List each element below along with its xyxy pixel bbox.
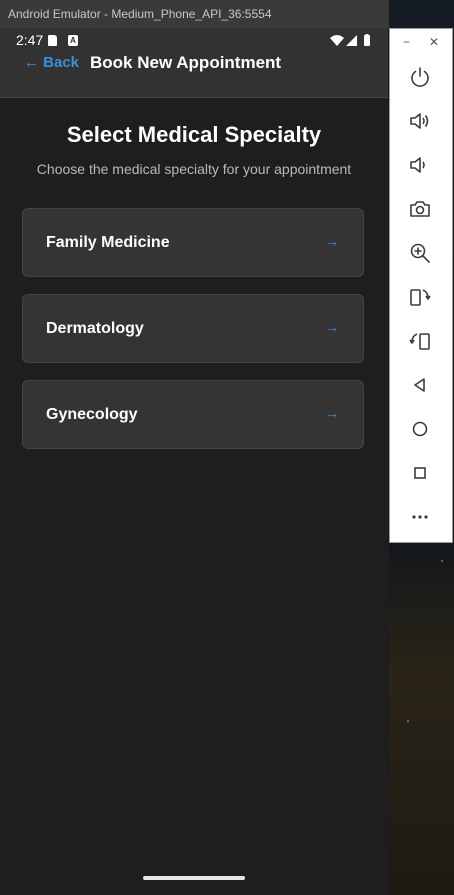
arrow-right-icon: → — [325, 319, 339, 335]
specialty-card-gynecology[interactable]: Gynecology → — [22, 380, 364, 449]
desktop-star — [441, 560, 443, 562]
gesture-nav-handle[interactable] — [143, 876, 245, 880]
specialty-card-family-medicine[interactable]: Family Medicine → — [22, 208, 364, 277]
more-icon[interactable] — [408, 505, 432, 529]
desktop-star — [407, 720, 409, 722]
volume-down-icon[interactable] — [408, 153, 432, 177]
status-time: 2:47 — [16, 32, 44, 48]
volume-up-icon[interactable] — [408, 109, 432, 133]
arrow-right-icon: → — [325, 233, 339, 249]
arrow-right-icon: → — [325, 405, 339, 421]
a-icon: A — [68, 35, 78, 46]
signal-icon — [346, 35, 357, 46]
rotate-left-icon[interactable] — [408, 285, 432, 309]
power-icon[interactable] — [408, 65, 432, 89]
status-bar: 2:47 A — [16, 31, 372, 51]
specialty-label: Gynecology — [46, 406, 138, 423]
page-title: Select Medical Specialty — [66, 122, 322, 147]
app-header: 2:47 A ← Back Book New Appointment — [0, 28, 388, 98]
page-subtitle: Choose the medical specialty for your ap… — [36, 161, 352, 177]
screen: Android Emulator - Medium_Phone_API_36:5… — [0, 0, 454, 895]
close-button[interactable]: ✕ — [429, 35, 439, 49]
overview-icon[interactable] — [408, 461, 432, 485]
back-icon[interactable] — [408, 373, 432, 397]
specialty-label: Family Medicine — [46, 234, 170, 251]
back-button[interactable]: ← Back — [24, 54, 79, 71]
emulator-toolbar: − ✕ — [389, 28, 453, 543]
status-icons — [330, 34, 372, 48]
sd-card-icon — [48, 35, 57, 46]
battery-icon — [364, 35, 370, 46]
zoom-icon[interactable] — [408, 241, 432, 265]
wifi-icon — [330, 35, 344, 46]
emulator-window-title: Android Emulator - Medium_Phone_API_36:5… — [0, 0, 389, 28]
camera-icon[interactable] — [408, 197, 432, 221]
home-icon[interactable] — [408, 417, 432, 441]
page-header-title: Book New Appointment — [90, 53, 282, 72]
minimize-button[interactable]: − — [403, 35, 410, 49]
phone-screen: 2:47 A ← Back Book New Appointment Selec… — [0, 28, 388, 895]
rotate-right-icon[interactable] — [408, 329, 432, 353]
specialty-card-dermatology[interactable]: Dermatology → — [22, 294, 364, 363]
specialty-label: Dermatology — [46, 320, 144, 337]
